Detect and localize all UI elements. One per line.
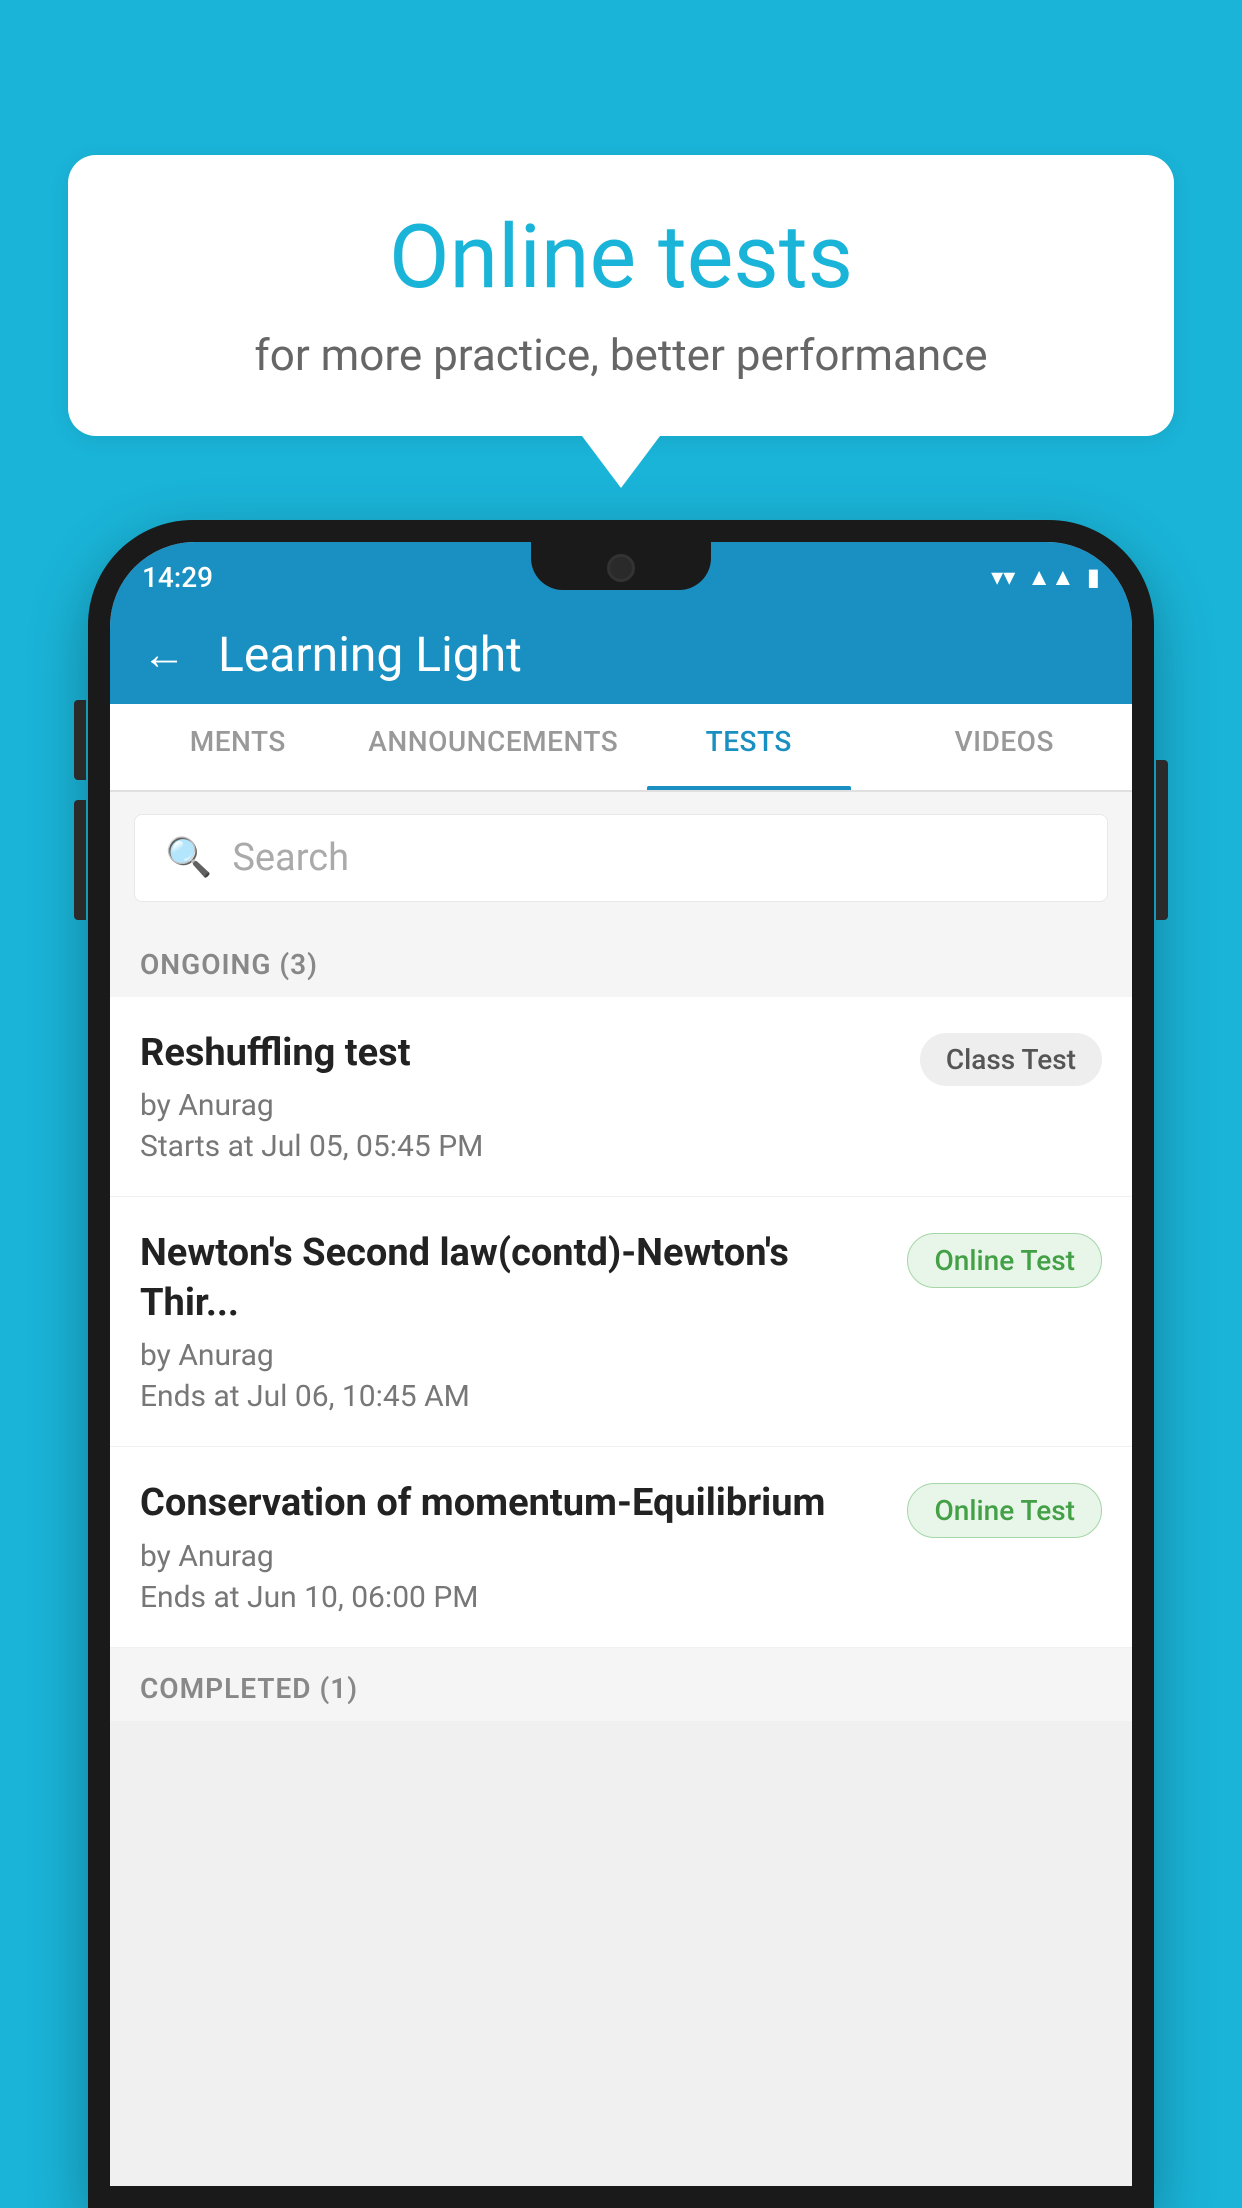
back-button[interactable]: ← (142, 628, 186, 680)
test-info-2: Newton's Second law(contd)-Newton's Thir… (140, 1229, 887, 1414)
status-icons: ▾▾ ▲▲ ▮ (991, 563, 1100, 592)
test-badge-1: Class Test (920, 1033, 1102, 1086)
content-area: ONGOING (3) Reshuffling test by Anurag S… (110, 924, 1132, 1721)
volume-down-button[interactable] (74, 800, 86, 920)
test-item-3[interactable]: Conservation of momentum-Equilibrium by … (110, 1447, 1132, 1647)
test-badge-3: Online Test (907, 1483, 1102, 1538)
test-info-3: Conservation of momentum-Equilibrium by … (140, 1479, 887, 1614)
tab-bar: MENTS ANNOUNCEMENTS TESTS VIDEOS (110, 704, 1132, 792)
phone-frame: 14:29 ▾▾ ▲▲ ▮ ← Learning Light MENTS ANN… (88, 520, 1154, 2208)
front-camera (607, 554, 635, 582)
phone-notch (531, 542, 711, 590)
test-date-1: Starts at Jul 05, 05:45 PM (140, 1129, 900, 1164)
wifi-icon: ▾▾ (991, 563, 1015, 591)
app-title: Learning Light (218, 626, 522, 683)
signal-icon: ▲▲ (1027, 563, 1075, 592)
test-date-2: Ends at Jul 06, 10:45 AM (140, 1379, 887, 1414)
tab-videos[interactable]: VIDEOS (877, 704, 1133, 790)
power-button[interactable] (1156, 760, 1168, 920)
search-bar[interactable]: 🔍 Search (134, 814, 1108, 902)
test-name-3: Conservation of momentum-Equilibrium (140, 1479, 887, 1528)
test-name-2: Newton's Second law(contd)-Newton's Thir… (140, 1229, 887, 1328)
test-info-1: Reshuffling test by Anurag Starts at Jul… (140, 1029, 900, 1164)
bubble-subtitle: for more practice, better performance (128, 329, 1114, 381)
search-icon: 🔍 (165, 836, 212, 880)
test-date-3: Ends at Jun 10, 06:00 PM (140, 1580, 887, 1615)
test-author-1: by Anurag (140, 1088, 900, 1123)
test-author-2: by Anurag (140, 1338, 887, 1373)
test-name-1: Reshuffling test (140, 1029, 900, 1078)
bubble-title: Online tests (128, 210, 1114, 307)
speech-bubble: Online tests for more practice, better p… (68, 155, 1174, 436)
phone-screen: 14:29 ▾▾ ▲▲ ▮ ← Learning Light MENTS ANN… (110, 542, 1132, 2186)
volume-up-button[interactable] (74, 700, 86, 780)
search-container: 🔍 Search (110, 792, 1132, 924)
test-item-1[interactable]: Reshuffling test by Anurag Starts at Jul… (110, 997, 1132, 1197)
completed-header: COMPLETED (1) (110, 1648, 1132, 1721)
test-author-3: by Anurag (140, 1539, 887, 1574)
search-placeholder: Search (232, 836, 349, 880)
test-badge-2: Online Test (907, 1233, 1102, 1288)
tab-tests[interactable]: TESTS (621, 704, 877, 790)
status-time: 14:29 (142, 561, 213, 594)
battery-icon: ▮ (1087, 563, 1100, 591)
test-item-2[interactable]: Newton's Second law(contd)-Newton's Thir… (110, 1197, 1132, 1447)
app-bar: ← Learning Light (110, 604, 1132, 704)
tab-ments[interactable]: MENTS (110, 704, 366, 790)
tab-announcements[interactable]: ANNOUNCEMENTS (366, 704, 622, 790)
ongoing-header: ONGOING (3) (110, 924, 1132, 997)
